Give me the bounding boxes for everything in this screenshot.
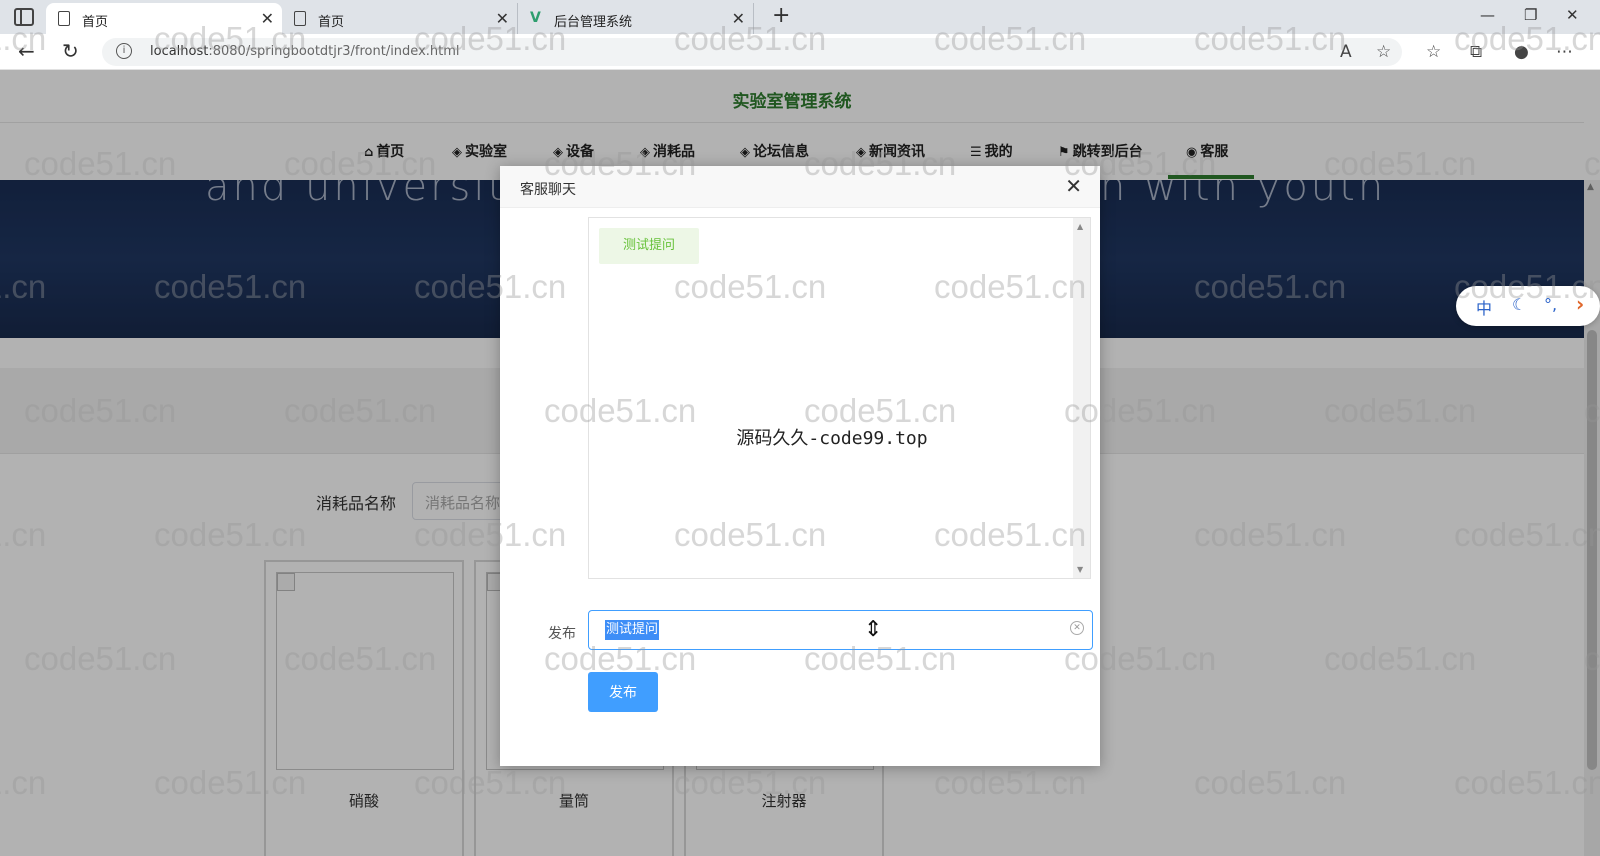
browser-tab-3[interactable]: V 后台管理系统 ✕	[518, 3, 754, 34]
text-cursor-icon: ⇕	[864, 617, 883, 642]
dialog-header: 客服聊天 ✕	[500, 166, 1100, 208]
new-tab-icon[interactable]: +	[772, 3, 790, 28]
reload-icon[interactable]: ↻	[62, 39, 79, 63]
add-favorite-icon[interactable]: ☆	[1376, 42, 1391, 62]
address-bar: ← ↻ i localhost:8080/springbootdtjr3/fro…	[0, 34, 1600, 70]
chat-history[interactable]: 测试提问 源码久久-code99.top ▲ ▼	[588, 217, 1091, 579]
message-label: 发布	[548, 626, 576, 642]
moon-icon[interactable]: ☾	[1512, 295, 1526, 314]
sidebar-toggle-icon[interactable]	[14, 8, 34, 26]
dialog-title: 客服聊天	[520, 182, 576, 198]
close-window-icon[interactable]: ✕	[1566, 6, 1579, 24]
more-menu-icon[interactable]: ⋯	[1556, 42, 1573, 62]
vue-logo-icon: V	[530, 10, 541, 26]
ime-toolbar[interactable]: 中 ☾ °, ›	[1456, 286, 1600, 326]
tab-title: 首页	[82, 15, 109, 30]
message-input[interactable]: 测试提问 ⇕ ✕	[588, 610, 1093, 650]
favorites-icon[interactable]: ☆	[1426, 42, 1441, 62]
chat-dialog: 客服聊天 ✕ 测试提问 源码久久-code99.top ▲ ▼ 发布 测试提问 …	[500, 166, 1100, 766]
input-selected-text: 测试提问	[605, 620, 660, 640]
document-icon	[58, 11, 70, 26]
tab-title: 首页	[318, 15, 345, 30]
read-aloud-icon[interactable]: A	[1340, 42, 1352, 62]
chevron-right-icon[interactable]: ›	[1576, 292, 1584, 316]
close-icon[interactable]: ✕	[1065, 174, 1082, 198]
scroll-down-icon[interactable]: ▼	[1077, 565, 1083, 574]
url-field[interactable]: i localhost:8080/springbootdtjr3/front/i…	[102, 38, 1402, 66]
browser-tab-2[interactable]: 首页 ✕	[282, 3, 518, 34]
chat-message: 测试提问	[599, 228, 699, 264]
minimize-icon[interactable]: —	[1480, 6, 1495, 24]
chat-scrollbar[interactable]: ▲ ▼	[1073, 218, 1090, 578]
back-icon[interactable]: ←	[18, 39, 35, 63]
collections-icon[interactable]: ⧉	[1470, 42, 1482, 62]
close-tab-icon[interactable]: ✕	[496, 9, 509, 28]
close-tab-icon[interactable]: ✕	[261, 9, 274, 28]
browser-tab-1[interactable]: 首页 ✕	[46, 3, 282, 34]
scroll-up-icon[interactable]: ▲	[1077, 222, 1083, 231]
overlay-caption: 源码久久-code99.top	[736, 428, 928, 449]
restore-icon[interactable]: ❐	[1524, 6, 1537, 24]
clear-input-icon[interactable]: ✕	[1070, 621, 1084, 635]
tab-title: 后台管理系统	[554, 15, 633, 30]
url-text: localhost:8080/springbootdtjr3/front/ind…	[150, 44, 460, 59]
close-tab-icon[interactable]: ✕	[732, 9, 745, 28]
browser-tab-bar: 首页 ✕ 首页 ✕ V 后台管理系统 ✕ + — ❐ ✕	[0, 0, 1600, 34]
site-info-icon[interactable]: i	[116, 43, 132, 59]
send-button[interactable]: 发布	[588, 672, 658, 712]
ime-lang-toggle[interactable]: 中	[1476, 295, 1492, 319]
punctuation-icon[interactable]: °,	[1544, 295, 1557, 314]
profile-avatar-icon[interactable]: ●	[1514, 42, 1529, 62]
document-icon	[294, 11, 306, 26]
